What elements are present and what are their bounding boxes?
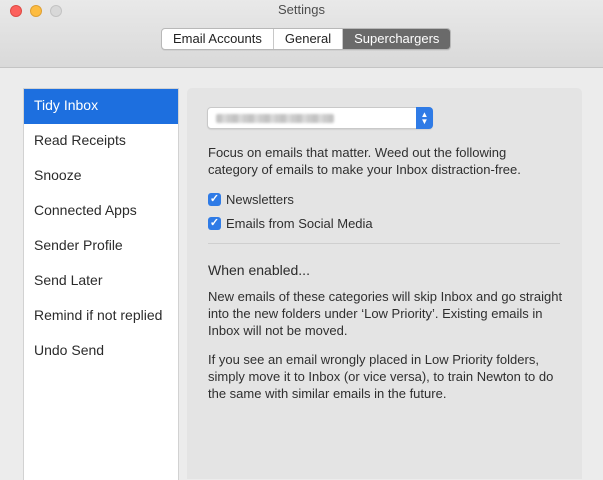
newsletters-checkbox[interactable]: ✓ <box>208 192 221 206</box>
divider <box>208 243 560 244</box>
tidy-inbox-panel: ▲ ▼ Focus on emails that matter. Weed out… <box>187 88 582 479</box>
social-media-checkbox-row[interactable]: ✓ Emails from Social Media <box>208 215 373 231</box>
title-bar: Settings Email Accounts General Supercha… <box>0 0 603 68</box>
when-enabled-heading: When enabled... <box>208 262 310 278</box>
sidebar-item-send-later[interactable]: Send Later <box>24 264 178 299</box>
when-enabled-paragraph-2: If you see an email wrongly placed in Lo… <box>208 352 554 401</box>
when-enabled-paragraph-1: New emails of these categories will skip… <box>208 289 563 338</box>
tab-superchargers[interactable]: Superchargers <box>343 29 451 49</box>
sidebar-item-tidy-inbox[interactable]: Tidy Inbox <box>24 89 178 124</box>
tab-general[interactable]: General <box>274 29 344 49</box>
tab-email-accounts[interactable]: Email Accounts <box>162 29 274 49</box>
sidebar-item-read-receipts[interactable]: Read Receipts <box>24 124 178 159</box>
sidebar-item-connected-apps[interactable]: Connected Apps <box>24 194 178 229</box>
tidy-inbox-description: Focus on emails that matter. Weed out th… <box>208 145 521 177</box>
sidebar-item-sender-profile[interactable]: Sender Profile <box>24 229 178 264</box>
newsletters-label: Newsletters <box>226 191 294 207</box>
sidebar-item-undo-send[interactable]: Undo Send <box>24 334 178 369</box>
chevron-up-down-icon[interactable]: ▲ ▼ <box>416 107 433 129</box>
account-select[interactable]: ▲ ▼ <box>207 107 433 129</box>
sidebar-item-remind-if-not-replied[interactable]: Remind if not replied <box>24 299 178 334</box>
social-media-label: Emails from Social Media <box>226 215 373 231</box>
blurred-account-value <box>216 114 334 123</box>
newsletters-checkbox-row[interactable]: ✓ Newsletters <box>208 191 294 207</box>
settings-tabs: Email Accounts General Superchargers <box>161 28 452 50</box>
window-title: Settings <box>278 2 325 17</box>
supercharger-sidebar: Tidy Inbox Read Receipts Snooze Connecte… <box>23 88 179 480</box>
sidebar-item-snooze[interactable]: Snooze <box>24 159 178 194</box>
social-media-checkbox[interactable]: ✓ <box>208 216 221 230</box>
